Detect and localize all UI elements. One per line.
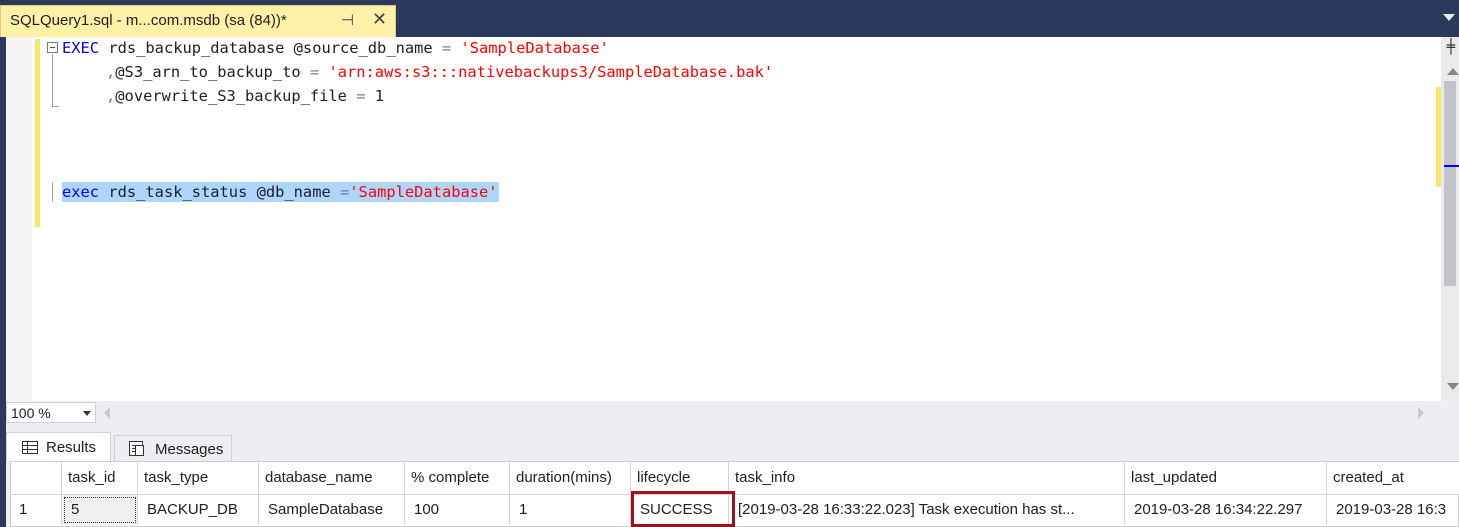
table-cell[interactable]: 2019-03-28 16:34:22.297	[1125, 495, 1327, 525]
zoom-bar: 100 %	[6, 401, 1459, 424]
code-line: ,@S3_arn_to_backup_to = 'arn:aws:s3:::na…	[106, 62, 773, 82]
table-cell[interactable]: 5	[62, 495, 138, 525]
table-cell[interactable]: BACKUP_DB	[138, 495, 259, 525]
outline-guide	[52, 182, 53, 202]
sql-operator: =	[441, 39, 452, 57]
sql-string: 'SampleDatabase'	[460, 39, 609, 57]
results-pane: Results Messages task_id task_type datab…	[6, 424, 1459, 527]
sql-string: 'SampleDatabase'	[349, 183, 498, 201]
sql-operator: =	[340, 183, 350, 201]
split-window-icon[interactable]: ╪	[1443, 38, 1459, 56]
sql-operator: ,	[106, 87, 116, 105]
tab-messages[interactable]: Messages	[114, 435, 232, 461]
tab-results-label: Results	[46, 439, 97, 456]
table-cell[interactable]: [2019-03-28 16:33:22.023] Task execution…	[729, 495, 1125, 525]
scroll-down-arrow-icon[interactable]	[1447, 383, 1459, 390]
scrollbar-caret-marker	[1444, 165, 1459, 167]
table-cell[interactable]: SampleDatabase	[259, 495, 405, 525]
sql-editor[interactable]: EXEC rds_backup_database @source_db_name…	[6, 37, 1459, 401]
scroll-left-arrow-icon[interactable]	[104, 407, 110, 419]
code-text: rds_task_status @db_name	[99, 183, 340, 201]
code-line: EXEC rds_backup_database @source_db_name…	[62, 38, 609, 58]
row-number[interactable]: 1	[11, 495, 62, 525]
query-tab-title: SQLQuery1.sql - m...com.msdb (sa (84))*	[10, 12, 287, 29]
column-header[interactable]: last_updated	[1125, 462, 1327, 495]
document-tab-strip: SQLQuery1.sql - m...com.msdb (sa (84))* …	[0, 0, 1459, 37]
results-grid[interactable]: task_id task_type database_name % comple…	[10, 461, 1459, 527]
scrollbar-thumb[interactable]	[1444, 81, 1456, 286]
tab-results[interactable]: Results	[6, 432, 111, 461]
query-tab[interactable]: SQLQuery1.sql - m...com.msdb (sa (84))* …	[0, 5, 396, 37]
selected-code-line: exec rds_task_status @db_name ='SampleDa…	[62, 182, 499, 202]
zoom-value: 100 %	[11, 405, 51, 421]
pin-icon[interactable]: ⊣	[341, 11, 354, 29]
code-line: ,@overwrite_S3_backup_file = 1	[106, 86, 384, 106]
editor-margin	[6, 37, 32, 401]
highlight-box	[631, 491, 735, 527]
sql-operator: ,	[106, 63, 116, 81]
sql-keyword: EXEC	[62, 39, 100, 57]
tab-list-dropdown-icon[interactable]	[1443, 14, 1455, 21]
grid-icon	[22, 441, 38, 454]
column-header[interactable]: task_type	[138, 462, 259, 495]
code-text: @S3_arn_to_backup_to	[115, 63, 310, 81]
scroll-right-arrow-icon[interactable]	[1418, 407, 1424, 419]
table-cell[interactable]: 2019-03-28 16:3	[1327, 495, 1459, 525]
chevron-down-icon[interactable]	[83, 411, 91, 416]
sql-operator: =	[309, 63, 320, 81]
zoom-select[interactable]: 100 %	[6, 402, 96, 423]
column-header[interactable]: task_id	[62, 462, 138, 495]
code-text: 1	[365, 87, 385, 105]
sql-string: 'arn:aws:s3:::nativebackups3/SampleDatab…	[328, 63, 774, 81]
outline-guide-end	[52, 106, 59, 107]
scroll-up-arrow-icon[interactable]	[1447, 68, 1459, 75]
outline-guide	[52, 54, 53, 106]
code-text: rds_backup_database @source_db_name	[99, 39, 442, 57]
change-tracking-bar	[35, 39, 40, 227]
scrollbar-change-marker	[1436, 87, 1441, 187]
row-header-corner[interactable]	[11, 462, 62, 495]
code-text: @overwrite_S3_backup_file	[115, 87, 357, 105]
collapse-region-icon[interactable]	[47, 42, 58, 53]
column-header[interactable]: duration(mins)	[510, 462, 631, 495]
column-header[interactable]: created_at	[1327, 462, 1459, 495]
messages-icon-page	[135, 445, 144, 456]
table-cell[interactable]: 1	[510, 495, 631, 525]
column-header[interactable]: database_name	[259, 462, 405, 495]
sql-keyword: exec	[62, 183, 100, 201]
tab-messages-label: Messages	[155, 441, 224, 458]
close-icon[interactable]: ✕	[372, 9, 387, 30]
column-header[interactable]: task_info	[729, 462, 1125, 495]
table-cell[interactable]: 100	[405, 495, 510, 525]
column-header[interactable]: % complete	[405, 462, 510, 495]
